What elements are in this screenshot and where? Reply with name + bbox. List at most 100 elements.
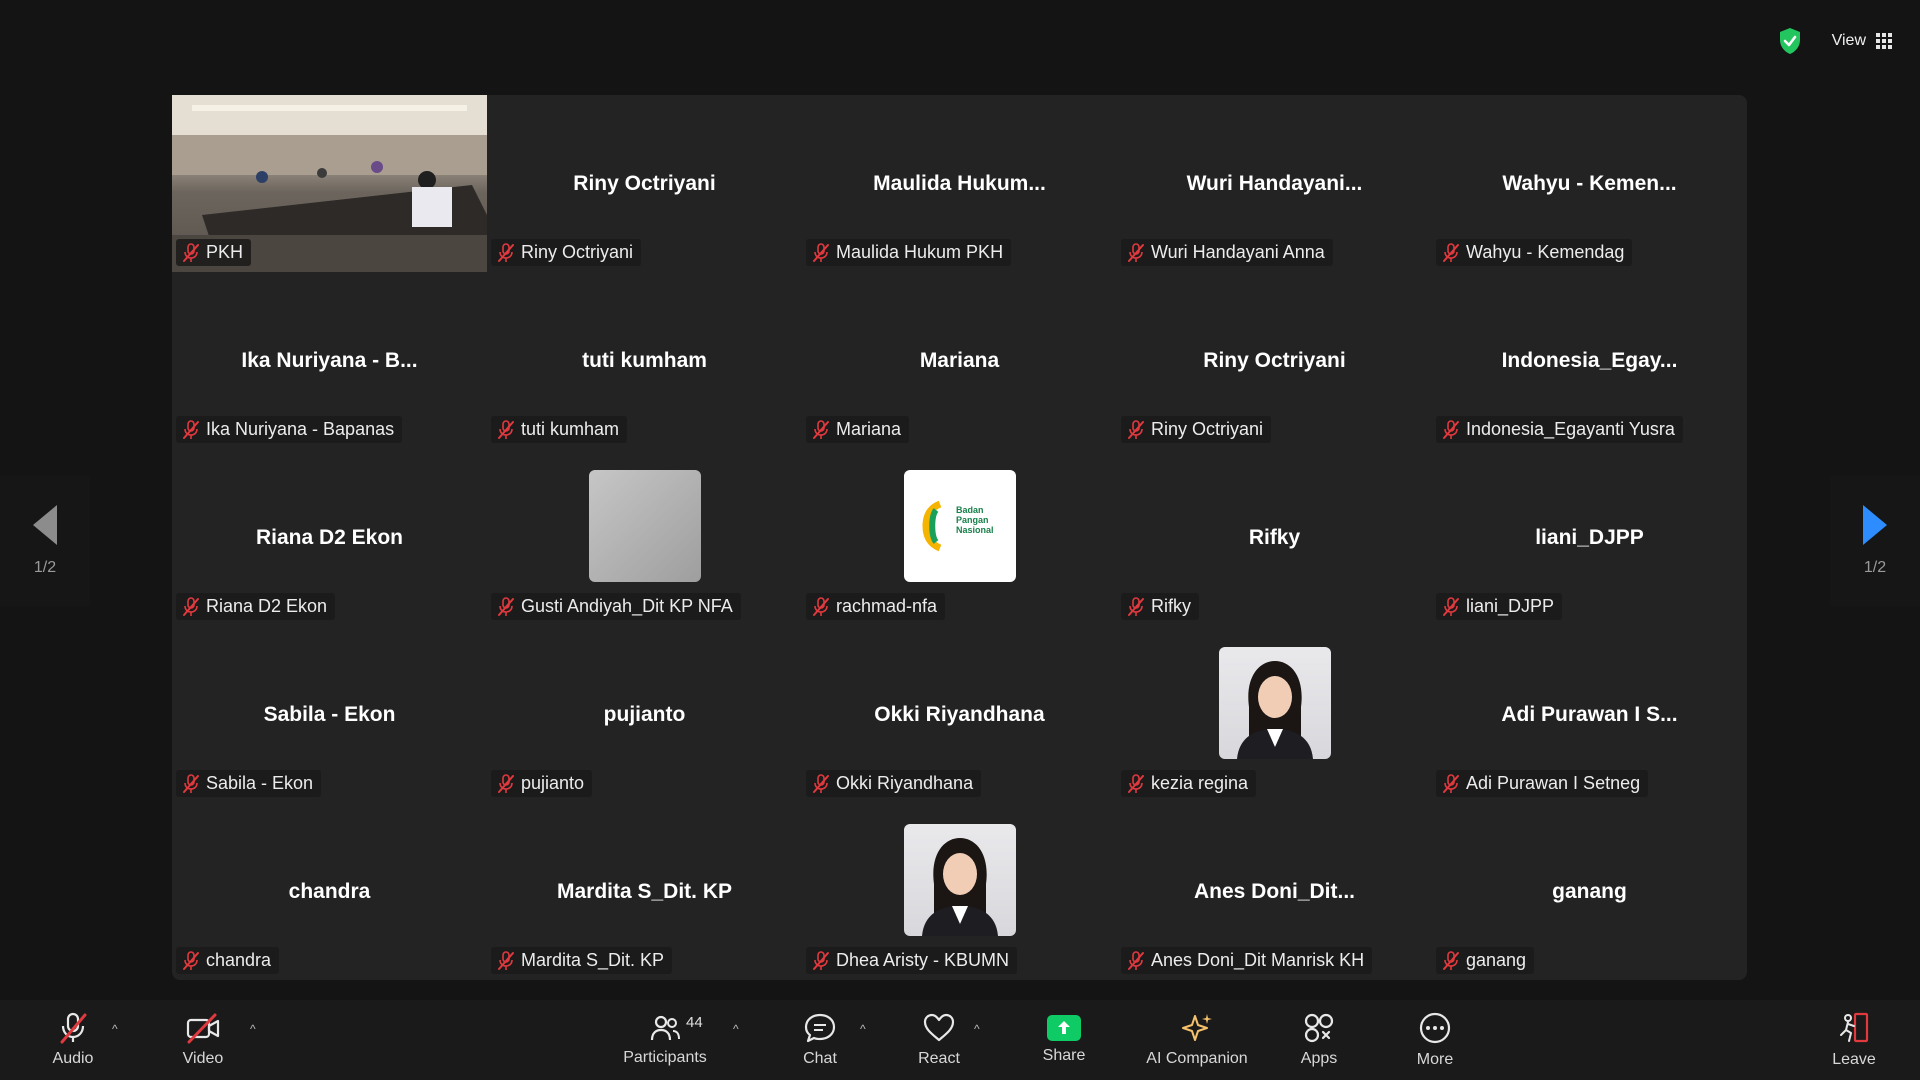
mic-muted-icon [183, 773, 199, 793]
participant-tile[interactable]: Riana D2 Ekon Riana D2 Ekon [172, 449, 487, 626]
participant-name: Riana D2 Ekon [206, 596, 328, 616]
participant-tile[interactable]: chandra chandra [172, 803, 487, 980]
participant-tile[interactable]: Mardita S_Dit. KP Mardita S_Dit. KP [487, 803, 802, 980]
next-page-button[interactable]: 1/2 [1830, 476, 1920, 606]
react-button[interactable]: React [914, 1000, 964, 1080]
participant-name: kezia regina [1151, 773, 1249, 793]
participants-label: Participants [623, 1049, 707, 1066]
video-off-icon [186, 1013, 220, 1044]
apps-icon [1304, 1013, 1334, 1043]
participant-nameplate: Okki Riyandhana [806, 770, 982, 797]
mic-muted-icon [183, 242, 199, 262]
ai-companion-button[interactable]: AI Companion [1140, 1000, 1254, 1080]
participant-nameplate: liani_DJPP [1436, 593, 1563, 620]
participant-tile[interactable]: Sabila - Ekon Sabila - Ekon [172, 626, 487, 803]
participant-nameplate: Riana D2 Ekon [176, 593, 336, 620]
logo-text: Pangan [956, 515, 989, 525]
participant-name: Maulida Hukum PKH [836, 242, 1004, 262]
participant-tile[interactable]: Riny Octriyani Riny Octriyani [1117, 272, 1432, 449]
participant-tile[interactable]: Maulida Hukum... Maulida Hukum PKH [802, 95, 1117, 272]
participant-name: tuti kumham [521, 419, 620, 439]
sparkle-icon [1182, 1014, 1212, 1041]
participant-avatar [1219, 647, 1331, 759]
chat-options-chevron-up-icon[interactable]: ^ [860, 1022, 866, 1036]
participant-tile[interactable]: Badan Pangan Nasional rachmad-nfa [802, 449, 1117, 626]
chat-icon [804, 1013, 836, 1043]
view-label: View [1831, 32, 1866, 49]
shield-check-icon[interactable] [1778, 27, 1802, 55]
participant-nameplate: Riny Octriyani [491, 239, 642, 266]
video-button[interactable]: Video [174, 1000, 232, 1080]
leave-icon [1840, 1012, 1869, 1043]
share-button[interactable]: Share [1040, 1000, 1088, 1080]
participant-nameplate: chandra [176, 947, 280, 974]
participant-name: Rifky [1151, 596, 1191, 616]
video-options-chevron-up-icon[interactable]: ^ [250, 1022, 256, 1036]
participant-tile[interactable]: pujianto pujianto [487, 626, 802, 803]
more-icon [1419, 1012, 1451, 1044]
mic-muted-icon [1443, 242, 1459, 262]
previous-page-button[interactable]: 1/2 [0, 476, 90, 606]
chat-button[interactable]: Chat [796, 1000, 844, 1080]
participant-nameplate: Riny Octriyani [1121, 416, 1272, 443]
mic-muted-icon [813, 950, 829, 970]
participant-tile[interactable]: ganang ganang [1432, 803, 1747, 980]
participant-tile[interactable]: Mariana Mariana [802, 272, 1117, 449]
participant-nameplate: Maulida Hukum PKH [806, 239, 1012, 266]
participant-nameplate: kezia regina [1121, 770, 1257, 797]
page-indicator-left: 1/2 [33, 559, 57, 576]
participant-name: Anes Doni_Dit Manrisk KH [1151, 950, 1365, 970]
participants-options-chevron-up-icon[interactable]: ^ [733, 1022, 739, 1036]
participant-tile[interactable]: Indonesia_Egay... Indonesia_Egayanti Yusr… [1432, 272, 1747, 449]
participant-nameplate: Anes Doni_Dit Manrisk KH [1121, 947, 1373, 974]
video-label: Video [182, 1050, 224, 1067]
participant-nameplate: Gusti Andiyah_Dit KP NFA [491, 593, 741, 620]
participant-name: Wuri Handayani Anna [1151, 242, 1325, 262]
page-indicator-right: 1/2 [1863, 559, 1887, 576]
participant-name: Gusti Andiyah_Dit KP NFA [521, 596, 733, 616]
participant-tile[interactable]: Anes Doni_Dit... Anes Doni_Dit Manrisk KH [1117, 803, 1432, 980]
participant-name: chandra [206, 950, 272, 970]
participant-tile[interactable]: Okki Riyandhana Okki Riyandhana [802, 626, 1117, 803]
participant-tile[interactable]: liani_DJPP liani_DJPP [1432, 449, 1747, 626]
view-button[interactable]: View [1832, 32, 1892, 50]
leave-button[interactable]: Leave [1826, 1000, 1882, 1080]
participant-avatar [904, 824, 1016, 936]
mic-muted-icon [183, 419, 199, 439]
participant-name: Dhea Aristy - KBUMN [836, 950, 1010, 970]
participant-name: liani_DJPP [1466, 596, 1555, 616]
participant-tile[interactable]: Gusti Andiyah_Dit KP NFA [487, 449, 802, 626]
mic-muted-icon [1128, 419, 1144, 439]
participant-name: rachmad-nfa [836, 596, 938, 616]
participant-tile[interactable]: Wuri Handayani... Wuri Handayani Anna [1117, 95, 1432, 272]
apps-button[interactable]: Apps [1296, 1000, 1342, 1080]
participant-nameplate: Wuri Handayani Anna [1121, 239, 1333, 266]
participant-nameplate: rachmad-nfa [806, 593, 946, 620]
participant-nameplate: Sabila - Ekon [176, 770, 322, 797]
mic-muted-icon [1443, 419, 1459, 439]
audio-options-chevron-up-icon[interactable]: ^ [112, 1022, 118, 1036]
participant-nameplate: Mariana [806, 416, 910, 443]
participant-tile[interactable]: Adi Purawan I S... Adi Purawan I Setneg [1432, 626, 1747, 803]
participant-tile[interactable]: PKH [172, 95, 487, 272]
logo-text: Nasional [956, 525, 994, 535]
participant-nameplate: Adi Purawan I Setneg [1436, 770, 1649, 797]
participant-tile[interactable]: Wahyu - Kemen... Wahyu - Kemendag [1432, 95, 1747, 272]
participant-tile[interactable]: kezia regina [1117, 626, 1432, 803]
participants-button[interactable]: Participants [618, 1000, 712, 1080]
chat-label: Chat [803, 1050, 837, 1067]
participant-nameplate: Dhea Aristy - KBUMN [806, 947, 1018, 974]
participant-name: Riny Octriyani [521, 242, 634, 262]
participant-tile[interactable]: Rifky Rifky [1117, 449, 1432, 626]
grid-icon [1876, 33, 1892, 49]
audio-button[interactable]: Audio [44, 1000, 102, 1080]
react-options-chevron-up-icon[interactable]: ^ [974, 1022, 980, 1036]
participant-tile[interactable]: Dhea Aristy - KBUMN [802, 803, 1117, 980]
participant-tile[interactable]: Riny Octriyani Riny Octriyani [487, 95, 802, 272]
mic-muted-icon [1443, 596, 1459, 616]
participant-tile[interactable]: tuti kumham tuti kumham [487, 272, 802, 449]
arrow-left-icon [33, 505, 57, 545]
mic-muted-icon [183, 950, 199, 970]
more-button[interactable]: More [1412, 1000, 1458, 1080]
participant-tile[interactable]: Ika Nuriyana - B... Ika Nuriyana - Bapana… [172, 272, 487, 449]
